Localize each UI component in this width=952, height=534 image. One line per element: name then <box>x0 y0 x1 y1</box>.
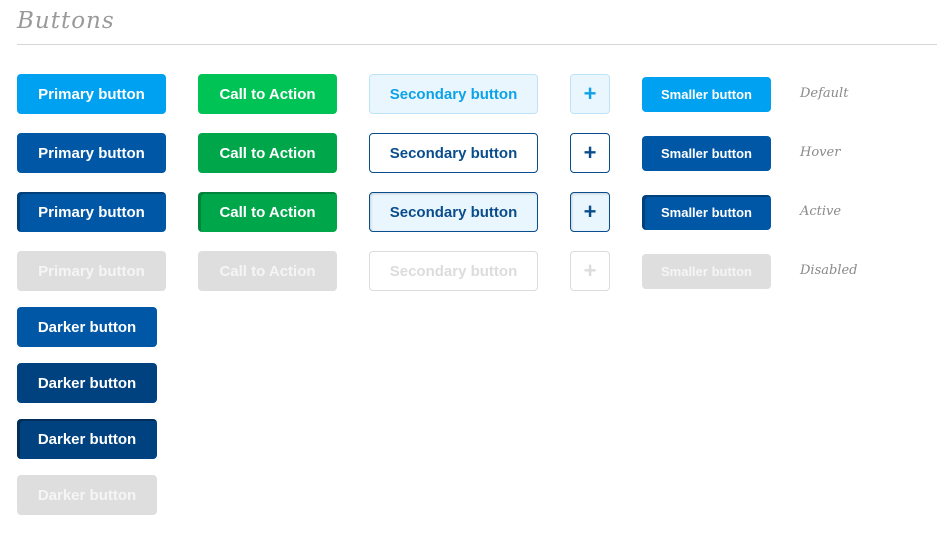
darker-button-disabled: Darker button <box>17 475 157 515</box>
cta-button-active[interactable]: Call to Action <box>198 192 337 232</box>
add-button-hover[interactable]: + <box>570 133 610 173</box>
secondary-button-active[interactable]: Secondary button <box>369 192 538 232</box>
add-button-active[interactable]: + <box>570 192 610 232</box>
primary-button-hover[interactable]: Primary button <box>17 133 166 173</box>
secondary-button-default[interactable]: Secondary button <box>369 74 538 114</box>
primary-button-disabled: Primary button <box>17 251 166 291</box>
darker-button-active[interactable]: Darker button <box>17 419 157 459</box>
cta-button-default[interactable]: Call to Action <box>198 74 337 114</box>
state-label-disabled: Disabled <box>800 263 858 278</box>
darker-button-default[interactable]: Darker button <box>17 307 157 347</box>
plus-icon: + <box>583 258 597 283</box>
primary-button-active[interactable]: Primary button <box>17 192 166 232</box>
secondary-button-disabled: Secondary button <box>369 251 538 291</box>
section-heading: Buttons <box>17 8 115 34</box>
small-button-disabled: Smaller button <box>642 254 771 289</box>
darker-button-hover[interactable]: Darker button <box>17 363 157 403</box>
cta-button-hover[interactable]: Call to Action <box>198 133 337 173</box>
state-label-active: Active <box>800 204 842 219</box>
primary-button-default[interactable]: Primary button <box>17 74 166 114</box>
secondary-button-hover[interactable]: Secondary button <box>369 133 538 173</box>
state-label-hover: Hover <box>800 145 841 160</box>
small-button-default[interactable]: Smaller button <box>642 77 771 112</box>
cta-button-disabled: Call to Action <box>198 251 337 291</box>
small-button-active[interactable]: Smaller button <box>642 195 771 230</box>
small-button-hover[interactable]: Smaller button <box>642 136 771 171</box>
state-label-default: Default <box>800 86 849 101</box>
heading-divider <box>17 44 937 45</box>
add-button-default[interactable]: + <box>570 74 610 114</box>
plus-icon: + <box>583 81 597 106</box>
plus-icon: + <box>583 199 597 224</box>
plus-icon: + <box>583 140 597 165</box>
add-button-disabled: + <box>570 251 610 291</box>
